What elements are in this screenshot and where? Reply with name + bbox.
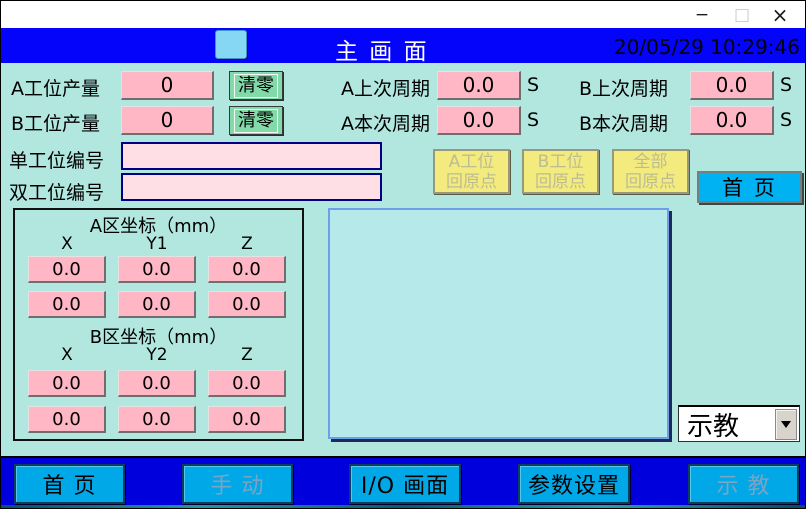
nav-parameter-settings-button[interactable]: 参数设置 — [518, 464, 630, 504]
cycle-a-current-unit: S — [527, 109, 539, 131]
window-titlebar: − □ × — [1, 1, 805, 28]
coord-a-r2-y1: 0.0 — [118, 291, 196, 318]
coord-a-r1-y1: 0.0 — [118, 256, 196, 283]
coord-a-r2-x: 0.0 — [28, 291, 106, 318]
cycle-b-last-value: 0.0 — [690, 71, 774, 100]
origin-a-line1: A工位 — [449, 152, 495, 172]
nav-io-screen-button[interactable]: I/O 画面 — [349, 464, 461, 504]
coord-b-r2-z: 0.0 — [208, 406, 286, 433]
clear-a-button[interactable]: 清零 — [229, 71, 283, 100]
origin-b-line1: B工位 — [538, 152, 584, 172]
coords-a-col-z: Z — [208, 234, 286, 254]
cycle-a-last-value: 0.0 — [437, 71, 521, 100]
origin-all-line1: 全部 — [634, 152, 668, 172]
close-icon[interactable]: × — [765, 3, 795, 26]
cycle-a-current-label: A本次周期 — [341, 109, 430, 136]
coords-b-col-x: X — [28, 345, 106, 365]
production-a-label: A工位产量 — [11, 74, 100, 101]
single-station-id-input[interactable] — [121, 142, 382, 170]
nav-teach-button[interactable]: 示 教 — [688, 464, 799, 504]
coords-a-col-y1: Y1 — [118, 234, 196, 254]
navbar-bottom-strip — [1, 505, 805, 509]
double-station-id-input[interactable] — [121, 173, 382, 201]
nav-home-button[interactable]: 首 页 — [14, 464, 125, 504]
mode-dropdown[interactable]: 示教 — [678, 405, 800, 442]
coord-a-r1-z: 0.0 — [208, 256, 286, 283]
clear-b-button[interactable]: 清零 — [229, 106, 283, 135]
coord-b-r2-x: 0.0 — [28, 406, 106, 433]
hmi-main-screen: − □ × 主 画 面 20/05/29 10:29:46 A工位产量 0 清零… — [0, 0, 806, 509]
origin-all-line2: 回原点 — [625, 172, 676, 192]
maximize-icon: □ — [727, 3, 757, 26]
cycle-a-current-value: 0.0 — [437, 106, 521, 135]
cycle-b-last-unit: S — [780, 74, 792, 96]
coord-b-r1-z: 0.0 — [208, 370, 286, 397]
message-panel — [328, 208, 669, 439]
cycle-b-current-value: 0.0 — [690, 106, 774, 135]
coord-b-r2-y2: 0.0 — [118, 406, 196, 433]
clear-b-button-label: 清零 — [234, 109, 278, 133]
home-page-button[interactable]: 首 页 — [697, 171, 802, 203]
cycle-a-last-unit: S — [527, 74, 539, 96]
production-b-label: B工位产量 — [11, 109, 100, 136]
single-station-id-label: 单工位编号 — [9, 146, 104, 173]
cycle-b-current-unit: S — [780, 109, 792, 131]
chevron-down-icon[interactable] — [775, 409, 797, 440]
coords-b-col-y2: Y2 — [118, 345, 196, 365]
coord-a-r2-z: 0.0 — [208, 291, 286, 318]
minimize-icon[interactable]: − — [687, 3, 717, 26]
header-bar: 主 画 面 20/05/29 10:29:46 — [1, 28, 805, 63]
origin-b-button[interactable]: B工位 回原点 — [522, 149, 599, 194]
clear-a-button-label: 清零 — [234, 74, 278, 98]
status-indicator — [215, 30, 247, 59]
datetime-display: 20/05/29 10:29:46 — [614, 35, 800, 59]
cycle-b-last-label: B上次周期 — [579, 74, 668, 101]
coord-a-r1-x: 0.0 — [28, 256, 106, 283]
bottom-navbar: 首 页 手 动 I/O 画面 参数设置 示 教 — [1, 456, 805, 509]
cycle-b-current-label: B本次周期 — [579, 109, 668, 136]
mode-dropdown-value: 示教 — [679, 406, 775, 443]
coordinates-panel: A区坐标（mm） X Y1 Z 0.0 0.0 0.0 0.0 0.0 0.0 … — [13, 208, 304, 441]
coord-b-r1-y2: 0.0 — [118, 370, 196, 397]
coord-b-r1-x: 0.0 — [28, 370, 106, 397]
coords-a-col-x: X — [28, 234, 106, 254]
origin-a-line2: 回原点 — [446, 172, 497, 192]
coords-b-col-z: Z — [208, 345, 286, 365]
nav-manual-button[interactable]: 手 动 — [182, 464, 293, 504]
origin-all-button[interactable]: 全部 回原点 — [612, 149, 689, 194]
origin-b-line2: 回原点 — [535, 172, 586, 192]
page-title: 主 画 面 — [335, 32, 429, 66]
production-a-value: 0 — [121, 71, 214, 100]
production-b-value: 0 — [121, 106, 214, 135]
cycle-a-last-label: A上次周期 — [341, 74, 430, 101]
double-station-id-label: 双工位编号 — [9, 178, 104, 205]
origin-a-button[interactable]: A工位 回原点 — [433, 149, 510, 194]
